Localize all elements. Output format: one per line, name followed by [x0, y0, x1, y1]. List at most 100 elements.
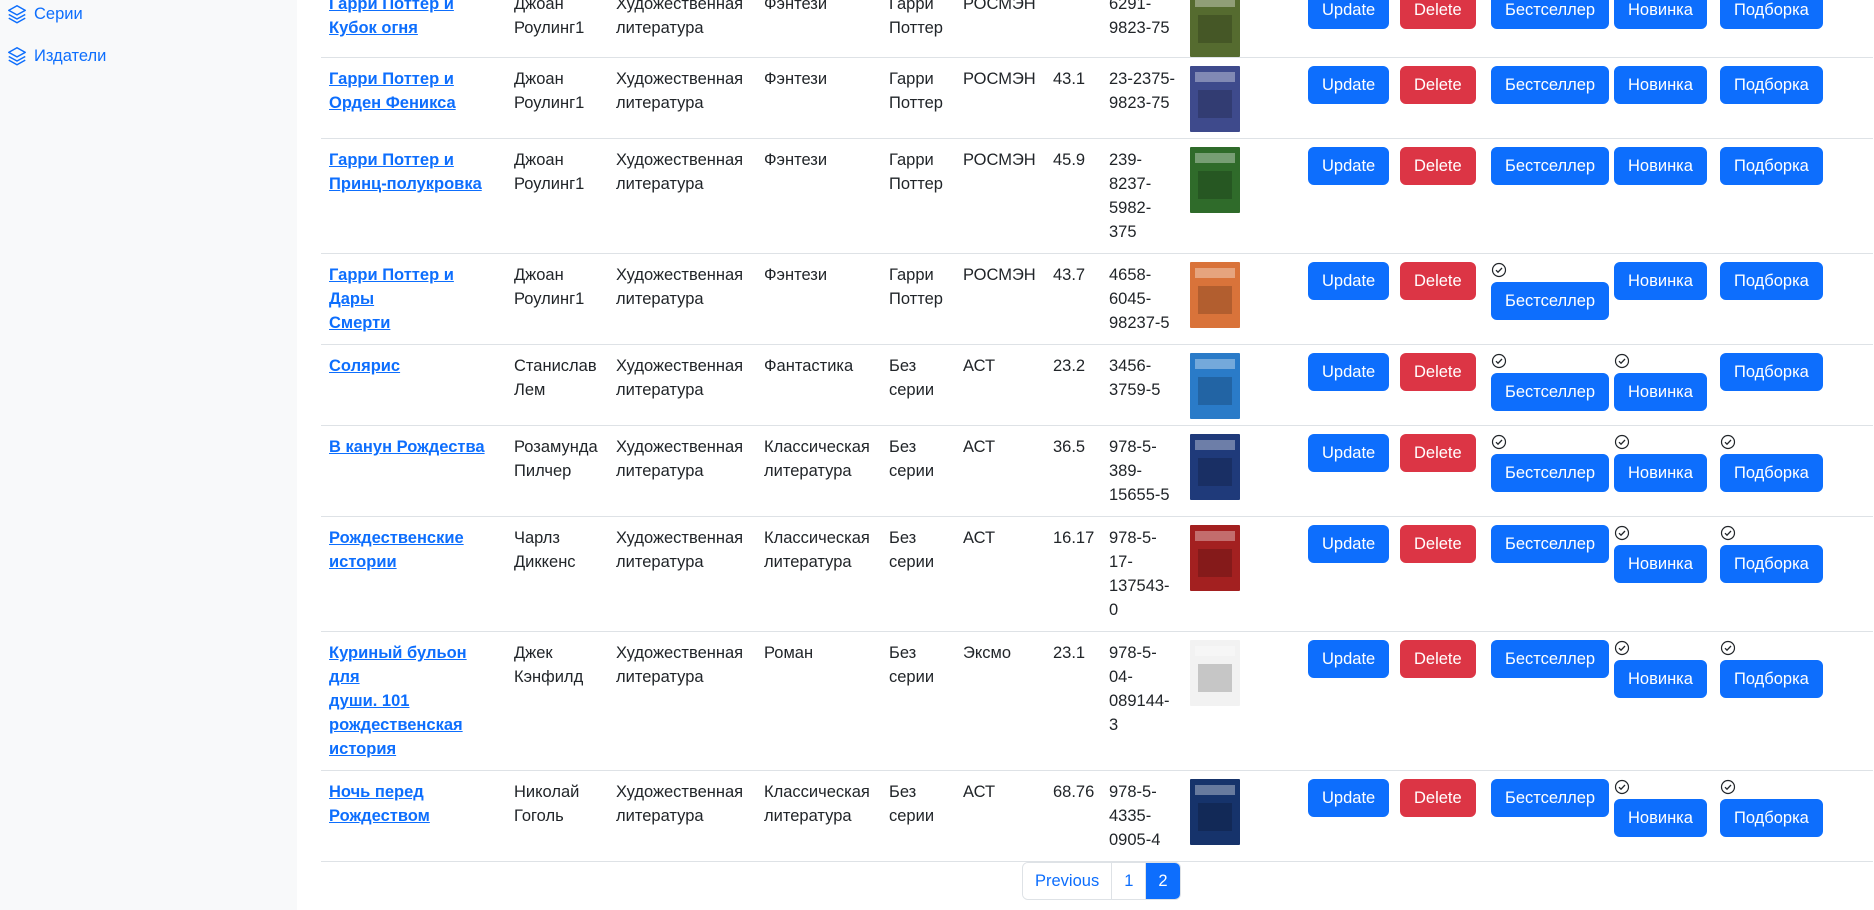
bestseller-button[interactable]: Бестселлер [1491, 779, 1610, 817]
novelty-button[interactable]: Новинка [1614, 66, 1707, 104]
sidebar-item-series[interactable]: Серии [6, 3, 83, 25]
table-row: Гарри Поттер и Орден Феникса Джоан Роулинг1… [321, 57, 1873, 139]
table-row: Рождественские истории Чарлз Диккенс Художес… [321, 516, 1873, 632]
isbn-line: 3456- [1109, 357, 1152, 375]
delete-button[interactable]: Delete [1400, 640, 1476, 678]
category-cell: Художественная литература [608, 770, 756, 862]
novelty-button[interactable]: Новинка [1614, 262, 1707, 300]
update-button[interactable]: Update [1308, 0, 1390, 29]
delete-button[interactable]: Delete [1400, 66, 1476, 104]
novelty-button[interactable]: Новинка [1614, 454, 1707, 492]
bestseller-button[interactable]: Бестселлер [1491, 66, 1610, 104]
update-cell: Update [1308, 344, 1400, 426]
collection-button[interactable]: Подборка [1720, 147, 1823, 185]
check-circle-icon [1720, 525, 1873, 543]
genre-cell: Роман [756, 631, 881, 771]
series-name: Гарри [889, 0, 934, 13]
update-button[interactable]: Update [1308, 147, 1390, 185]
delete-button[interactable]: Delete [1400, 0, 1476, 29]
novelty-button[interactable]: Новинка [1614, 373, 1707, 411]
bestseller-button[interactable]: Бестселлер [1491, 282, 1610, 320]
collection-button[interactable]: Подборка [1720, 0, 1823, 29]
author-name: Станислав [514, 357, 597, 375]
price-cell: 16.17 [1045, 516, 1101, 632]
isbn-cell: 978-5- 04- 089144-3 [1101, 631, 1184, 771]
author-name: Роулинг1 [514, 19, 585, 37]
author-name: Джек [514, 644, 553, 662]
delete-button[interactable]: Delete [1400, 147, 1476, 185]
book-title-link[interactable]: Солярис [329, 357, 400, 375]
bestseller-button[interactable]: Бестселлер [1491, 525, 1610, 563]
update-cell: Update [1308, 138, 1400, 254]
category-name: Художественная [616, 266, 744, 284]
book-title-link[interactable]: В канун Рождества [329, 438, 485, 456]
category-name: Художественная [616, 783, 744, 801]
bestseller-button[interactable]: Бестселлер [1491, 454, 1610, 492]
book-title-link[interactable]: Гарри Поттер и Орден Феникса [329, 70, 456, 112]
bestseller-button[interactable]: Бестселлер [1491, 0, 1610, 29]
novelty-button[interactable]: Новинка [1614, 147, 1707, 185]
novelty-cell: Новинка [1614, 425, 1720, 517]
genre-name: Классическая [764, 438, 870, 456]
book-title-link[interactable]: Гарри Поттер и Дары Смерти [329, 266, 454, 332]
collection-cell: Подборка [1720, 138, 1873, 254]
collection-button[interactable]: Подборка [1720, 262, 1823, 300]
update-button[interactable]: Update [1308, 66, 1390, 104]
publisher-cell: РОСМЭН [955, 253, 1045, 345]
bestseller-button[interactable]: Бестселлер [1491, 147, 1610, 185]
isbn-line: 089144-3 [1109, 692, 1170, 734]
series-cell: Гарри Поттер [881, 57, 955, 139]
collection-button[interactable]: Подборка [1720, 66, 1823, 104]
novelty-button[interactable]: Новинка [1614, 799, 1707, 837]
isbn-line: 17- [1109, 553, 1133, 571]
collection-button[interactable]: Подборка [1720, 454, 1823, 492]
pagination-page-2[interactable]: 2 [1146, 863, 1180, 899]
delete-button[interactable]: Delete [1400, 434, 1476, 472]
isbn-line: 98237-5 [1109, 314, 1170, 332]
series-name: Гарри [889, 266, 934, 284]
book-title-link[interactable]: Гарри Поттер и Принц-полукровка [329, 151, 482, 193]
delete-button[interactable]: Delete [1400, 779, 1476, 817]
check-circle-icon [1614, 353, 1720, 371]
delete-button[interactable]: Delete [1400, 525, 1476, 563]
category-cell: Художественная литература [608, 425, 756, 517]
book-title-link[interactable]: Ночь перед Рождеством [329, 783, 430, 825]
collection-button[interactable]: Подборка [1720, 353, 1823, 391]
update-button[interactable]: Update [1308, 262, 1390, 300]
collection-button[interactable]: Подборка [1720, 799, 1823, 837]
collection-button[interactable]: Подборка [1720, 545, 1823, 583]
author-name: Джоан [514, 0, 564, 13]
author-name: Лем [514, 381, 546, 399]
novelty-button[interactable]: Новинка [1614, 0, 1707, 29]
check-circle-icon [1614, 525, 1720, 543]
delete-button[interactable]: Delete [1400, 353, 1476, 391]
delete-button[interactable]: Delete [1400, 262, 1476, 300]
book-title-link[interactable]: Рождественские истории [329, 529, 464, 571]
pagination-page-1[interactable]: 1 [1112, 863, 1147, 899]
update-button[interactable]: Update [1308, 779, 1390, 817]
pagination-previous[interactable]: Previous [1023, 863, 1113, 899]
bestseller-button[interactable]: Бестселлер [1491, 373, 1610, 411]
delete-cell: Delete [1400, 425, 1491, 517]
author-cell: Джоан Роулинг1 [506, 0, 608, 58]
check-circle-icon [1491, 353, 1614, 371]
novelty-button[interactable]: Новинка [1614, 545, 1707, 583]
update-button[interactable]: Update [1308, 525, 1390, 563]
book-title-link[interactable]: Гарри Поттер и Кубок огня [329, 0, 454, 37]
author-name: Гоголь [514, 807, 564, 825]
sidebar-item-publishers[interactable]: Издатели [6, 45, 106, 67]
category-name: литература [616, 381, 704, 399]
bestseller-cell: Бестселлер [1491, 516, 1614, 632]
collection-cell: Подборка [1720, 516, 1873, 632]
author-name: Джоан [514, 266, 564, 284]
update-button[interactable]: Update [1308, 434, 1390, 472]
update-button[interactable]: Update [1308, 640, 1390, 678]
bestseller-button[interactable]: Бестселлер [1491, 640, 1610, 678]
isbn-cell: 6291- 9823-75 [1101, 0, 1184, 58]
book-title-link[interactable]: Куриный бульон для души. 101 рождественска… [329, 644, 467, 758]
update-button[interactable]: Update [1308, 353, 1390, 391]
novelty-button[interactable]: Новинка [1614, 660, 1707, 698]
table-row: Гарри Поттер и Кубок огня Джоан Роулинг1 Худ… [321, 0, 1873, 58]
delete-cell: Delete [1400, 57, 1491, 139]
collection-button[interactable]: Подборка [1720, 660, 1823, 698]
